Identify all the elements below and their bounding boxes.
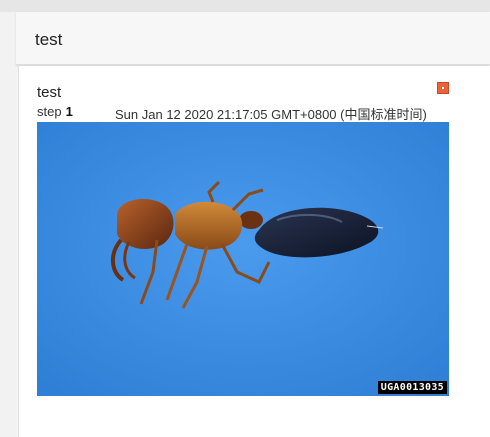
page: test test step 1 Sun Jan 12 2020 21:17:05…: [0, 0, 490, 437]
image-card: test step 1 Sun Jan 12 2020 21:17:05 GMT+…: [18, 66, 490, 437]
header-panel: test: [16, 12, 490, 65]
step-label: step 1: [37, 104, 73, 119]
step-number: 1: [65, 104, 73, 119]
header-title: test: [35, 30, 63, 49]
image-watermark: UGA0013035: [377, 381, 447, 394]
sample-image[interactable]: UGA0013035: [37, 122, 449, 396]
card-title: test: [37, 84, 62, 101]
pin-icon[interactable]: [437, 82, 449, 94]
top-strip: [0, 0, 490, 12]
timestamp: Sun Jan 12 2020 21:17:05 GMT+0800 (中国标准时…: [115, 107, 427, 122]
ant-image-icon: [37, 122, 449, 396]
step-word: step: [37, 104, 62, 119]
